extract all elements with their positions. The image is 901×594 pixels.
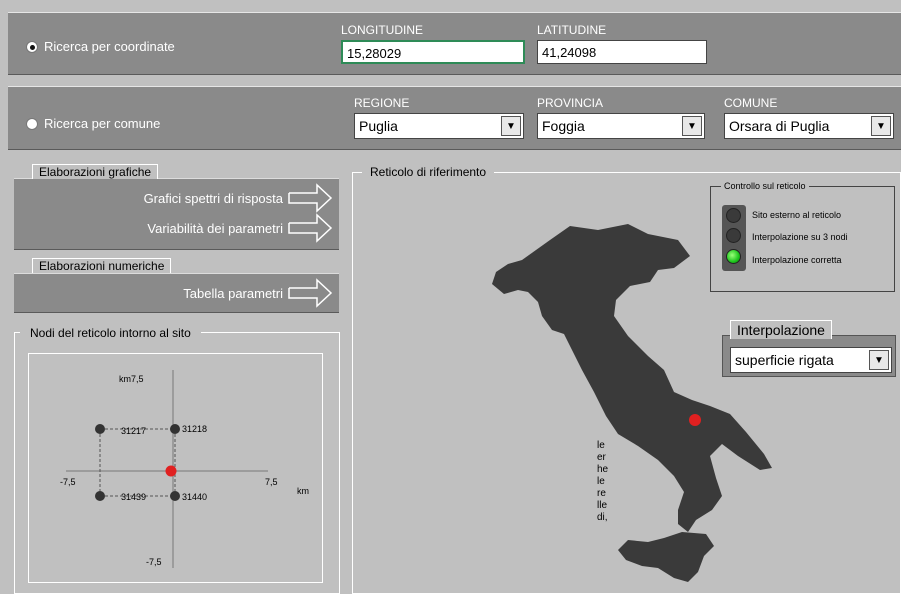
node-marker	[170, 491, 180, 501]
node-tl-label: 31217	[121, 426, 147, 436]
chevron-down-icon[interactable]: ▼	[871, 116, 891, 136]
coordinate-search-bar: Ricerca per coordinate LONGITUDINE 15,28…	[8, 12, 901, 75]
grafiche-title: Elaborazioni grafiche	[32, 164, 159, 179]
controllo-title: Controllo sul reticolo	[721, 181, 809, 191]
tabella-button-label: Tabella parametri	[183, 285, 283, 301]
node-bl-label: 31439	[121, 492, 147, 502]
radio-unselected-icon	[26, 117, 38, 130]
numeriche-title: Elaborazioni numeriche	[32, 258, 172, 273]
nodi-title: Nodi del reticolo intorno al sito	[20, 326, 201, 340]
km-right-label: km	[297, 486, 309, 496]
status-esterno: Sito esterno al reticolo	[752, 210, 842, 220]
partial-text-line: le	[597, 440, 605, 451]
numeriche-group: Tabella parametri	[14, 273, 339, 313]
longitude-field[interactable]: 15,28029	[341, 40, 525, 64]
radio-selected-icon	[26, 40, 38, 53]
latitude-label: LATITUDINE	[537, 23, 607, 37]
partial-text-line: lle	[597, 500, 608, 511]
variabilita-button[interactable]: Variabilità dei parametri	[147, 213, 333, 243]
radio-comune-label: Ricerca per comune	[44, 116, 161, 131]
interpolazione-value: superficie rigata	[735, 352, 834, 368]
arrow-right-icon	[288, 278, 333, 308]
chevron-down-icon[interactable]: ▼	[682, 116, 702, 136]
arrow-right-icon	[288, 213, 333, 243]
variabilita-button-label: Variabilità dei parametri	[147, 220, 283, 236]
node-marker	[170, 424, 180, 434]
grafiche-group: Grafici spettri di risposta Variabilità …	[14, 178, 339, 250]
regione-select[interactable]: Puglia ▼	[354, 113, 524, 139]
interpolazione-title: Interpolazione	[730, 320, 832, 339]
node-marker	[95, 491, 105, 501]
provincia-value: Foggia	[542, 118, 585, 134]
regione-value: Puglia	[359, 118, 398, 134]
site-marker	[689, 414, 701, 426]
node-tr-label: 31218	[182, 424, 208, 434]
km-top-label: km	[119, 374, 131, 384]
radio-coordinate-label: Ricerca per coordinate	[44, 39, 175, 54]
site-marker	[165, 465, 177, 477]
nodi-km-top: km7,5	[119, 374, 144, 384]
partial-text-line: di,	[597, 512, 608, 523]
latitude-field[interactable]: 41,24098	[537, 40, 707, 64]
partial-text-line: er	[597, 452, 606, 463]
longitude-label: LONGITUDINE	[341, 23, 424, 37]
comune-value: Orsara di Puglia	[729, 118, 830, 134]
spettri-button-label: Grafici spettri di risposta	[143, 190, 283, 206]
led-off-icon	[726, 208, 741, 223]
radio-coordinate-search[interactable]: Ricerca per coordinate	[26, 39, 175, 54]
comune-select[interactable]: Orsara di Puglia ▼	[724, 113, 894, 139]
led-off-icon	[726, 228, 741, 243]
partial-text: le er he le re lle di,	[597, 440, 608, 524]
partial-text-line: le	[597, 476, 605, 487]
y-top-label: 7,5	[131, 374, 144, 384]
provincia-select[interactable]: Foggia ▼	[537, 113, 705, 139]
x-right-label: 7,5	[265, 477, 278, 487]
status-3nodi: Interpolazione su 3 nodi	[752, 232, 848, 242]
traffic-light	[722, 205, 746, 271]
tabella-button[interactable]: Tabella parametri	[183, 278, 333, 308]
reticolo-title: Reticolo di riferimento	[362, 165, 495, 179]
partial-text-line: he	[597, 464, 609, 475]
interpolazione-select[interactable]: superficie rigata ▼	[730, 347, 892, 373]
y-bottom-label: -7,5	[146, 557, 162, 567]
radio-comune-search[interactable]: Ricerca per comune	[26, 116, 160, 131]
chevron-down-icon[interactable]: ▼	[869, 350, 889, 370]
provincia-label: PROVINCIA	[537, 96, 604, 110]
node-br-label: 31440	[182, 492, 208, 502]
comune-label: COMUNE	[724, 96, 778, 110]
comune-search-bar: Ricerca per comune REGIONE Puglia ▼ PROV…	[8, 86, 901, 150]
partial-text-line: re	[597, 488, 606, 499]
spettri-button[interactable]: Grafici spettri di risposta	[144, 183, 333, 213]
x-left-label: -7,5	[60, 477, 76, 487]
chevron-down-icon[interactable]: ▼	[501, 116, 521, 136]
led-green-icon	[726, 249, 741, 264]
node-marker	[95, 424, 105, 434]
status-corretta: Interpolazione corretta	[752, 255, 842, 265]
nodi-plot	[66, 370, 268, 568]
arrow-right-icon	[288, 183, 333, 213]
regione-label: REGIONE	[354, 96, 410, 110]
